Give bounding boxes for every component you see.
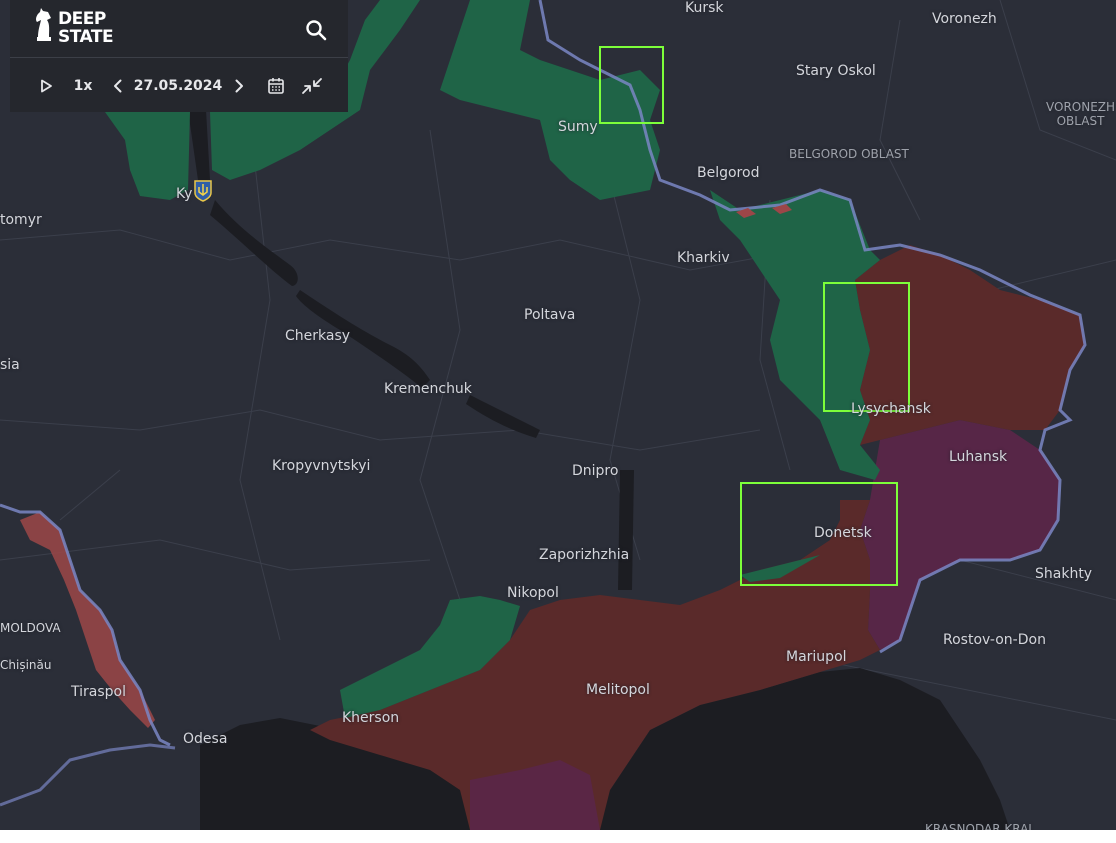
city-label-tiraspol: Tiraspol — [71, 684, 126, 700]
deepstate-logo[interactable]: DEEP STATE — [32, 8, 114, 47]
city-label-kharkiv: Kharkiv — [677, 250, 730, 266]
city-label-sumy: Sumy — [558, 119, 598, 135]
calendar-icon[interactable] — [265, 74, 287, 98]
region-label-krasnodar-krai: KRASNODAR KRAI — [925, 822, 1032, 830]
city-label-melitopol: Melitopol — [586, 682, 650, 698]
region-label-voronezh-oblast: VORONEZH OBLAST — [1046, 100, 1115, 128]
chevron-left-icon[interactable] — [108, 74, 128, 98]
region-label-belgorod-oblast: BELGOROD OBLAST — [789, 147, 909, 161]
city-label-zaporizhzhia: Zaporizhzhia — [539, 547, 630, 563]
city-label-luhansk: Luhansk — [949, 449, 1008, 465]
highlight-box-kharkiv — [823, 282, 910, 412]
city-label-odesa: Odesa — [183, 731, 228, 747]
kyiv-emblem-icon — [194, 180, 212, 202]
highlight-box-sumy — [599, 46, 664, 124]
city-label-donetsk: Donetsk — [814, 525, 872, 541]
search-icon[interactable] — [304, 18, 328, 42]
city-label-shakhty: Shakhty — [1035, 566, 1093, 582]
speed-button[interactable]: 1x — [70, 74, 96, 98]
city-label-lysychansk: Lysychansk — [851, 401, 931, 417]
chevron-right-icon[interactable] — [229, 74, 249, 98]
date-display[interactable]: 27.05.2024 — [134, 74, 223, 98]
knight-logo-icon — [32, 8, 54, 47]
logo-line2: STATE — [58, 26, 114, 47]
city-label-stary-oskol: Stary Oskol — [796, 63, 876, 79]
region-label-voronezh-line1: VORONEZH — [1046, 100, 1116, 114]
play-icon[interactable] — [36, 74, 56, 98]
city-label-kursk: Kursk — [685, 0, 724, 16]
city-label-poltava: Poltava — [524, 307, 576, 323]
city-label-cherkasy: Cherkasy — [285, 328, 351, 344]
city-label-mariupol: Mariupol — [786, 649, 847, 665]
panel-divider — [10, 57, 348, 58]
control-panel: DEEP STATE 1x 27.05.2024 — [10, 0, 348, 112]
page-bottom-strip — [0, 830, 1116, 843]
city-label-vinnytsia: sia — [0, 357, 20, 373]
collapse-icon[interactable] — [300, 74, 324, 98]
city-label-kropyvnytskyi: Kropyvnytskyi — [272, 458, 371, 474]
city-label-dnipro: Dnipro — [572, 463, 619, 479]
logo-line1: DEEP — [58, 8, 106, 29]
city-label-chisinau: Chișinău — [0, 658, 52, 672]
city-label-rostov: Rostov-on-Don — [943, 632, 1046, 648]
map-canvas[interactable]: Kursk Voronezh Stary Oskol Sumy Belgorod… — [0, 0, 1116, 830]
city-label-zhytomyr: tomyr — [0, 212, 42, 228]
state-border-danube — [0, 743, 176, 807]
city-label-nikopol: Nikopol — [507, 585, 559, 601]
city-label-kremenchuk: Kremenchuk — [384, 381, 472, 397]
city-label-voronezh: Voronezh — [932, 11, 997, 27]
city-label-kyiv: Ky — [176, 186, 193, 202]
water-bodies — [188, 110, 634, 590]
city-label-kherson: Kherson — [342, 710, 400, 726]
city-label-belgorod: Belgorod — [697, 165, 760, 181]
region-label-voronezh-line2: OBLAST — [1056, 114, 1105, 128]
country-label-moldova: MOLDOVA — [0, 621, 61, 635]
